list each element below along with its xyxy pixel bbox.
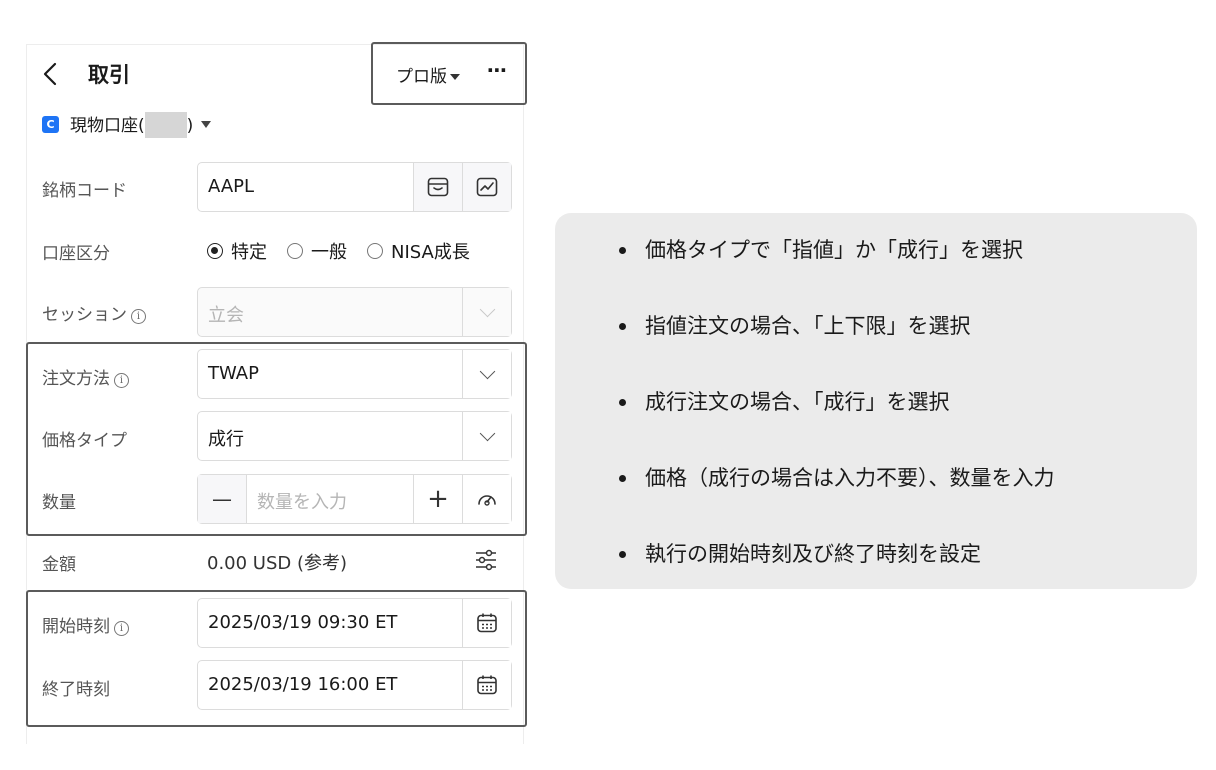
- instruction-item: 価格タイプで「指値」か「成行」を選択: [619, 235, 1055, 311]
- symbol-value: AAPL: [208, 176, 255, 197]
- account-type-radio-group: 特定 一般 NISA成長: [207, 238, 470, 264]
- end-time-label: 終了時刻: [42, 680, 110, 700]
- radio-tokutei[interactable]: 特定: [207, 238, 267, 264]
- watchlist-button[interactable]: [413, 163, 462, 211]
- price-type-select[interactable]: 成行: [197, 411, 512, 461]
- end-time-calendar-button[interactable]: [462, 661, 511, 709]
- max-quantity-button[interactable]: [462, 475, 511, 523]
- back-arrow-icon[interactable]: [40, 61, 62, 87]
- header-actions-highlight: プロ版 ⋯: [371, 42, 527, 105]
- chevron-down-icon: [479, 425, 495, 441]
- instruction-item: 執行の開始時刻及び終了時刻を設定: [619, 539, 1055, 615]
- start-time-label: 開始時刻 i: [42, 612, 129, 637]
- pro-version-label: プロ版: [396, 67, 447, 87]
- order-method-dropdown-button[interactable]: [462, 350, 511, 398]
- quantity-input[interactable]: 数量を入力: [257, 488, 347, 514]
- order-method-value: TWAP: [208, 363, 259, 384]
- chart-icon: [476, 177, 498, 197]
- tray-icon: [427, 177, 449, 197]
- chevron-down-icon: [479, 363, 495, 379]
- account-selector[interactable]: C 現物口座(): [42, 111, 212, 138]
- start-time-calendar-button[interactable]: [462, 599, 511, 647]
- info-icon[interactable]: i: [114, 621, 129, 636]
- end-time-value: 2025/03/19 16:00 ET: [208, 674, 398, 695]
- instruction-callout: 価格タイプで「指値」か「成行」を選択 指値注文の場合、「上下限」を選択 成行注文…: [555, 213, 1197, 589]
- chart-button[interactable]: [462, 163, 511, 211]
- settings-sliders-icon[interactable]: [474, 549, 498, 571]
- quantity-label: 数量: [42, 493, 76, 513]
- masked-account-number: [144, 111, 187, 138]
- decrement-button[interactable]: —: [198, 475, 247, 523]
- order-method-label: 注文方法 i: [42, 364, 129, 389]
- more-menu-icon[interactable]: ⋯: [487, 58, 508, 82]
- amount-value: 0.00 USD (参考): [207, 553, 348, 574]
- info-icon[interactable]: i: [131, 309, 146, 324]
- symbol-label: 銘柄コード: [42, 181, 127, 201]
- radio-ippan[interactable]: 一般: [287, 238, 347, 264]
- increment-button[interactable]: +: [413, 475, 462, 523]
- instruction-item: 指値注文の場合、「上下限」を選択: [619, 311, 1055, 387]
- account-type-icon: C: [42, 115, 59, 133]
- account-label: 現物口座(): [70, 111, 193, 138]
- pro-version-dropdown[interactable]: プロ版: [396, 62, 460, 87]
- price-type-value: 成行: [208, 429, 244, 450]
- page-title: 取引: [88, 63, 130, 87]
- radio-unselected-icon: [287, 243, 303, 259]
- amount-label: 金額: [42, 555, 76, 575]
- caret-down-icon: [450, 74, 460, 80]
- session-placeholder: 立会: [208, 305, 244, 326]
- start-time-value: 2025/03/19 09:30 ET: [208, 612, 398, 633]
- instruction-item: 価格（成行の場合は入力不要）、数量を入力: [619, 463, 1055, 539]
- radio-unselected-icon: [367, 243, 383, 259]
- session-select: 立会: [197, 287, 512, 337]
- price-type-label: 価格タイプ: [42, 431, 127, 451]
- calendar-icon: [477, 675, 497, 695]
- quantity-stepper: — 数量を入力 +: [197, 474, 512, 524]
- chevron-down-icon: [479, 301, 495, 317]
- radio-nisa[interactable]: NISA成長: [367, 238, 470, 264]
- end-time-input[interactable]: 2025/03/19 16:00 ET: [197, 660, 512, 710]
- price-type-dropdown-button[interactable]: [462, 412, 511, 460]
- account-type-label: 口座区分: [42, 244, 110, 264]
- caret-down-icon: [201, 120, 212, 128]
- start-time-input[interactable]: 2025/03/19 09:30 ET: [197, 598, 512, 648]
- session-label: セッション i: [42, 300, 146, 325]
- instruction-item: 成行注文の場合、「成行」を選択: [619, 387, 1055, 463]
- order-method-select[interactable]: TWAP: [197, 349, 512, 399]
- symbol-input[interactable]: AAPL: [197, 162, 512, 212]
- info-icon[interactable]: i: [114, 373, 129, 388]
- session-dropdown-button: [462, 288, 511, 336]
- radio-selected-icon: [207, 243, 223, 259]
- calendar-icon: [477, 613, 497, 633]
- instruction-list: 価格タイプで「指値」か「成行」を選択 指値注文の場合、「上下限」を選択 成行注文…: [619, 235, 1055, 615]
- gauge-icon: [478, 495, 496, 506]
